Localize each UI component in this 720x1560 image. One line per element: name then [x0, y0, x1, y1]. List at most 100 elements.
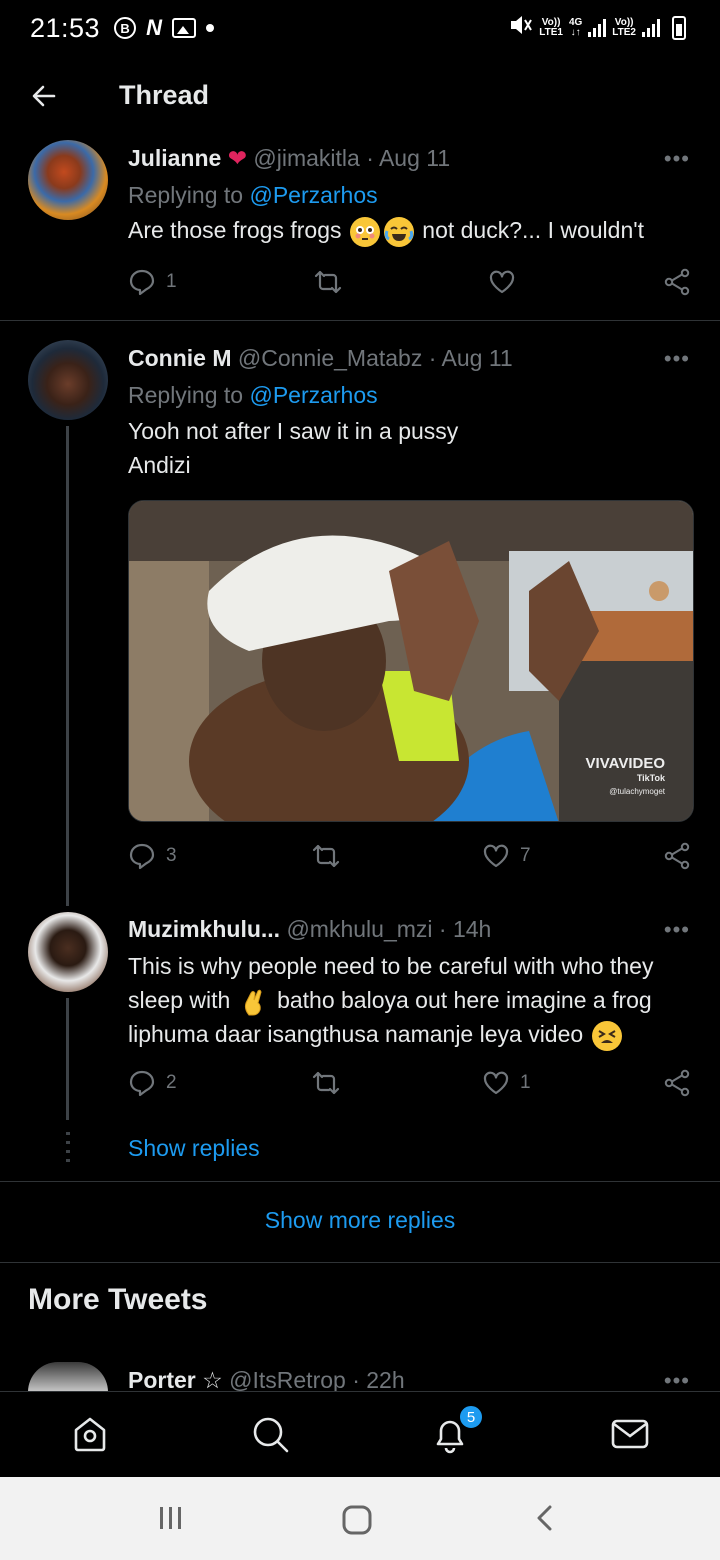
sim2-label: Vo)) LTE2: [612, 16, 636, 38]
replying-to: Replying to @Perzarhos: [128, 182, 378, 208]
reply-icon: [129, 843, 155, 870]
like-button[interactable]: 7: [482, 842, 531, 870]
user-handle[interactable]: @Connie_Matabz: [238, 345, 422, 371]
like-count: 7: [520, 845, 531, 866]
avatar[interactable]: [28, 340, 108, 420]
avatar[interactable]: [28, 140, 108, 220]
reply-icon: [129, 1070, 155, 1097]
share-button[interactable]: [663, 268, 691, 296]
like-button[interactable]: 1: [482, 1069, 531, 1097]
more-options-icon[interactable]: •••: [664, 917, 690, 943]
tweet-time: · Aug 11: [366, 145, 451, 171]
more-options-icon[interactable]: •••: [664, 146, 690, 172]
back-button-icon[interactable]: [532, 1503, 560, 1533]
share-button[interactable]: [663, 1069, 691, 1097]
display-name[interactable]: Julianne: [128, 145, 221, 171]
flushed-emoji-icon: [349, 216, 380, 247]
divider: [0, 1262, 720, 1263]
tweet-actions: 3 7: [128, 842, 693, 876]
signal-icon-2: [642, 18, 660, 37]
heart-icon: [483, 844, 509, 868]
like-button[interactable]: [488, 268, 516, 296]
reply-count: 3: [166, 845, 177, 866]
reply-button[interactable]: 3: [128, 842, 177, 870]
joy-emoji-icon: [383, 216, 414, 247]
avatar[interactable]: [28, 912, 108, 992]
network-4g-label: 4G ↓↑: [568, 16, 583, 38]
bottom-navigation: 5: [0, 1391, 720, 1477]
battery-icon: [672, 15, 686, 40]
user-handle[interactable]: @ItsRetrop: [229, 1367, 346, 1393]
notifications-badge: 5: [458, 1404, 484, 1430]
star-icon: ☆: [202, 1367, 223, 1393]
display-name[interactable]: Connie M: [128, 345, 232, 371]
heart-emoji-icon: ❤: [227, 145, 247, 171]
share-icon: [664, 268, 690, 296]
tweet-header: Julianne ❤ @jimakitla · Aug 11: [128, 145, 450, 172]
tweet-time: · Aug 11: [428, 345, 513, 371]
tweet-video[interactable]: VIVAVIDEO TikTok @tulachymoget: [128, 500, 694, 822]
display-name[interactable]: Porter: [128, 1367, 196, 1393]
show-replies-link[interactable]: Show replies: [128, 1135, 260, 1162]
user-handle[interactable]: @jimakitla: [253, 145, 359, 171]
reply-count: 1: [166, 271, 177, 292]
tweet-header: Connie M @Connie_Matabz · Aug 11: [128, 345, 513, 372]
tweet-header: Porter ☆ @ItsRetrop · 22h: [128, 1367, 405, 1394]
notifications-tab[interactable]: 5: [430, 1404, 484, 1454]
heart-icon: [483, 1071, 509, 1095]
share-button[interactable]: [663, 842, 691, 870]
tweet-actions: 2 1: [128, 1069, 693, 1103]
tired-face-emoji-icon: [591, 1020, 622, 1051]
search-icon[interactable]: [250, 1414, 290, 1454]
mention-link[interactable]: @Perzarhos: [249, 382, 377, 408]
tweet-text: Are those frogs frogs not duck?... I wou…: [128, 213, 698, 247]
retweet-button[interactable]: [312, 842, 340, 870]
tweet-time: · 14h: [438, 916, 492, 942]
mute-icon: [509, 14, 533, 41]
page-title: Thread: [119, 80, 210, 110]
tweet-text: Yooh not after I saw it in a pussy Andiz…: [128, 418, 459, 478]
reply-button[interactable]: 2: [128, 1069, 177, 1097]
heart-icon: [489, 270, 515, 294]
reply-button[interactable]: 1: [128, 268, 177, 296]
gallery-icon: [171, 18, 196, 38]
signal-icon: [588, 18, 607, 37]
more-tweets-heading: More Tweets: [28, 1283, 208, 1316]
system-navigation-bar: [0, 1477, 720, 1560]
status-time: 21:53: [30, 12, 101, 43]
messages-icon[interactable]: [610, 1414, 650, 1454]
retweet-icon: [312, 844, 340, 868]
replying-to: Replying to @Perzarhos: [128, 382, 378, 408]
show-more-replies-link[interactable]: Show more replies: [0, 1207, 720, 1234]
reply-count: 2: [166, 1072, 177, 1093]
divider: [0, 1181, 720, 1182]
retweet-button[interactable]: [314, 268, 342, 296]
thread-line: [66, 998, 69, 1120]
mention-link[interactable]: @Perzarhos: [249, 182, 377, 208]
display-name[interactable]: Muzimkhulu...: [128, 916, 280, 942]
sim1-label: Vo)) LTE1: [539, 16, 563, 38]
n-app-icon: N: [146, 15, 162, 40]
bixby-icon: B: [114, 17, 137, 39]
like-count: 1: [520, 1072, 531, 1093]
recent-apps-icon[interactable]: [156, 1503, 186, 1533]
video-watermark: VIVAVIDEO TikTok @tulachymoget: [585, 755, 665, 796]
home-button-icon[interactable]: [340, 1503, 374, 1537]
retweet-button[interactable]: [312, 1069, 340, 1097]
share-icon: [664, 842, 690, 870]
user-handle[interactable]: @mkhulu_mzi: [286, 916, 432, 942]
tweet-text: This is why people need to be careful wi…: [128, 949, 698, 1051]
share-icon: [664, 1069, 690, 1097]
thread-continuation-dots: [66, 1132, 70, 1166]
home-icon[interactable]: [70, 1414, 110, 1454]
more-options-icon[interactable]: •••: [664, 346, 690, 372]
status-bar: 21:53 B N Vo)) LTE1 4G ↓↑ Vo)) LTE2: [0, 0, 720, 56]
divider: [0, 320, 720, 321]
back-arrow-icon[interactable]: [30, 82, 58, 110]
notification-dot-icon: [205, 24, 214, 32]
crossed-fingers-emoji-icon: [239, 987, 269, 1017]
avatar[interactable]: [28, 1362, 108, 1392]
retweet-icon: [312, 1071, 340, 1095]
tweet-header: Muzimkhulu... @mkhulu_mzi · 14h: [128, 916, 491, 943]
thread-line: [66, 426, 69, 906]
